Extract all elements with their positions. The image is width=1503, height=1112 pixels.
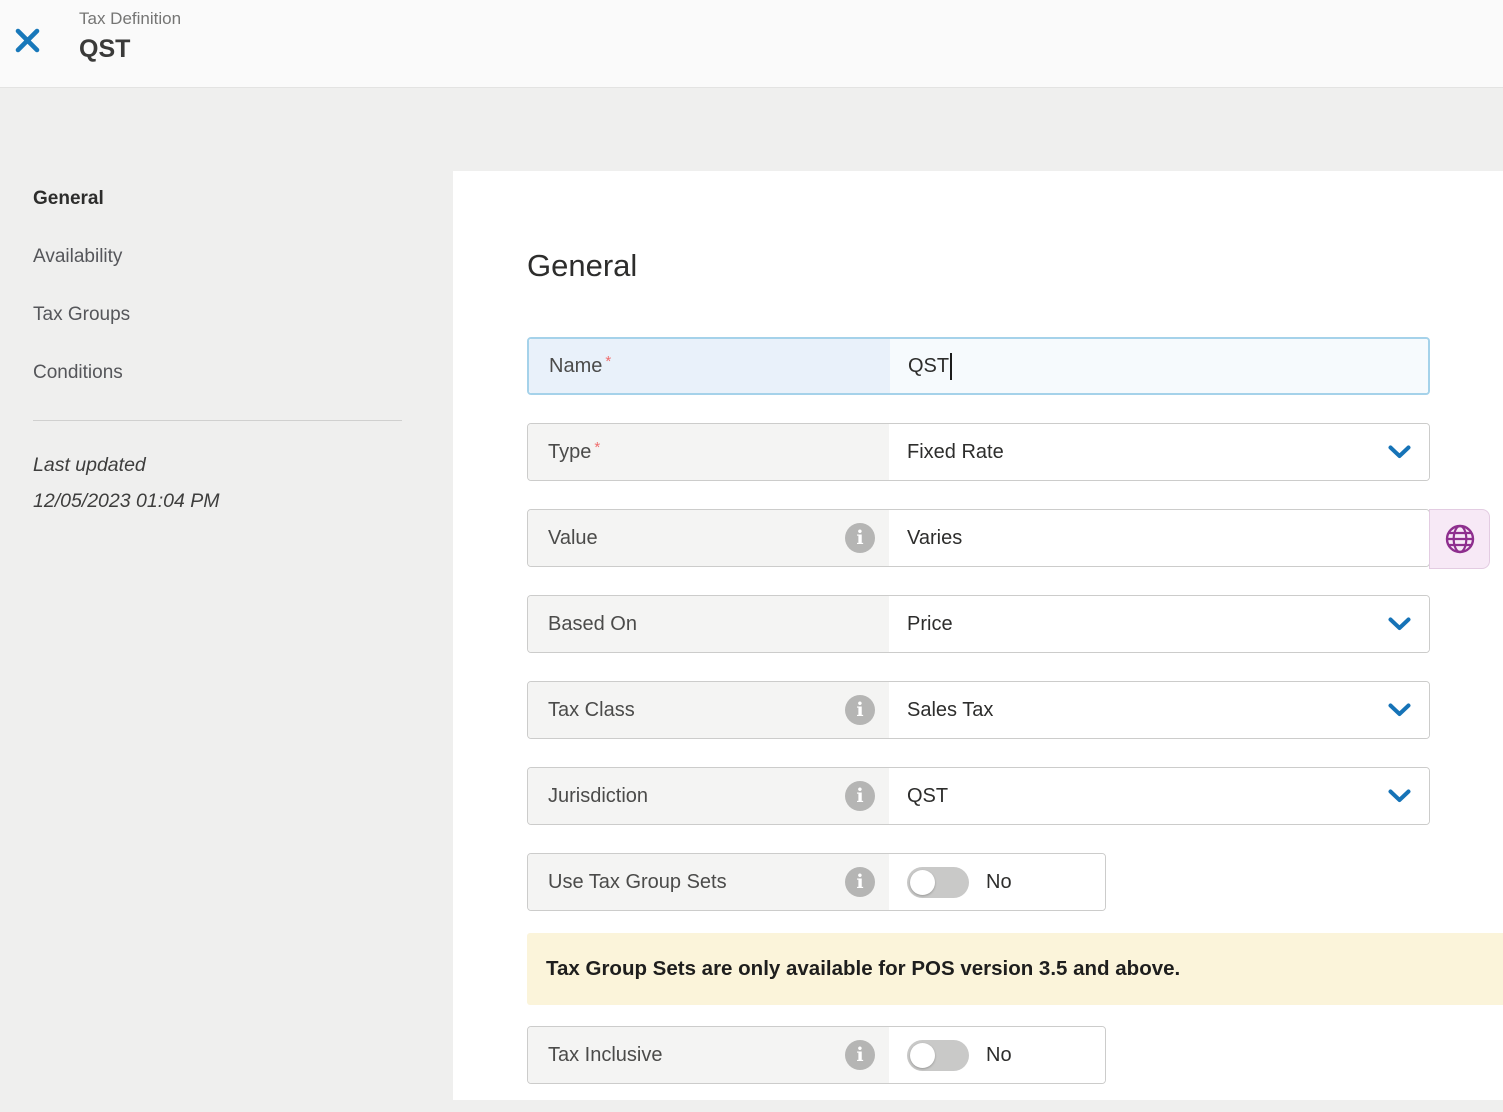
modal-header: Tax Definition QST <box>0 0 1503 88</box>
row-type: Type* Fixed Rate <box>527 423 1430 481</box>
sidebar-item-conditions[interactable]: Conditions <box>33 362 402 384</box>
jurisdiction-label: Jurisdiction <box>548 785 648 808</box>
modal-subtitle: Tax Definition <box>79 9 181 29</box>
name-label: Name* <box>549 355 611 378</box>
notice-text: Tax Group Sets are only available for PO… <box>546 957 1180 981</box>
type-label: Type* <box>548 441 600 464</box>
info-icon[interactable] <box>845 867 875 897</box>
tax-group-sets-notice: Tax Group Sets are only available for PO… <box>527 933 1503 1005</box>
use-tax-group-sets-toggle[interactable] <box>907 867 969 898</box>
last-updated: Last updated 12/05/2023 01:04 PM <box>33 447 402 519</box>
info-icon[interactable] <box>845 523 875 553</box>
based-on-label: Based On <box>548 613 637 636</box>
tax-class-value: Sales Tax <box>907 699 993 722</box>
row-tax-class: Tax Class Sales Tax <box>527 681 1430 739</box>
use-tax-group-sets-label: Use Tax Group Sets <box>548 871 727 894</box>
section-heading: General <box>527 248 637 284</box>
type-value: Fixed Rate <box>907 441 1004 464</box>
sidebar-item-availability[interactable]: Availability <box>33 246 402 268</box>
sidebar-item-tax-groups[interactable]: Tax Groups <box>33 304 402 326</box>
info-icon[interactable] <box>845 1040 875 1070</box>
x-icon <box>14 27 41 54</box>
sidebar-item-general[interactable]: General <box>33 188 402 210</box>
chevron-down-icon <box>1388 617 1411 631</box>
tax-class-select[interactable]: Sales Tax <box>889 682 1429 738</box>
chevron-down-icon <box>1388 703 1411 717</box>
chevron-down-icon <box>1388 789 1411 803</box>
info-icon[interactable] <box>845 695 875 725</box>
close-button[interactable] <box>10 24 44 58</box>
globe-icon <box>1444 523 1476 555</box>
last-updated-label: Last updated <box>33 447 402 483</box>
use-tax-group-sets-value: No <box>986 871 1012 894</box>
type-select[interactable]: Fixed Rate <box>889 424 1429 480</box>
toggle-knob <box>910 870 935 895</box>
row-name: Name* QST <box>527 337 1430 395</box>
sidebar-divider <box>33 420 402 421</box>
page-title: QST <box>79 35 130 64</box>
jurisdiction-select[interactable]: QST <box>889 768 1429 824</box>
text-caret <box>950 353 952 380</box>
tax-inclusive-value: No <box>986 1044 1012 1067</box>
required-asterisk: * <box>594 439 600 456</box>
toggle-knob <box>910 1043 935 1068</box>
value-value: Varies <box>907 527 962 550</box>
sidebar-nav: General Availability Tax Groups Conditio… <box>33 188 402 519</box>
name-value: QST <box>908 355 949 378</box>
required-asterisk: * <box>605 353 611 370</box>
row-value: Value Varies <box>527 509 1430 567</box>
row-based-on: Based On Price <box>527 595 1430 653</box>
row-jurisdiction: Jurisdiction QST <box>527 767 1430 825</box>
jurisdiction-value: QST <box>907 785 948 808</box>
general-form: Name* QST Type* Fixed Rate Value <box>527 337 1503 1112</box>
last-updated-value: 12/05/2023 01:04 PM <box>33 483 402 519</box>
globe-button[interactable] <box>1429 509 1490 569</box>
tax-class-label: Tax Class <box>548 699 635 722</box>
info-icon[interactable] <box>845 781 875 811</box>
tax-inclusive-label: Tax Inclusive <box>548 1044 663 1067</box>
value-field[interactable]: Varies <box>889 510 1429 566</box>
name-input[interactable]: QST <box>890 339 1428 393</box>
row-use-tax-group-sets: Use Tax Group Sets No <box>527 853 1106 911</box>
main-panel: General Name* QST Type* Fixed Rate <box>453 171 1503 1100</box>
based-on-select[interactable]: Price <box>889 596 1429 652</box>
based-on-value: Price <box>907 613 953 636</box>
tax-inclusive-toggle[interactable] <box>907 1040 969 1071</box>
chevron-down-icon <box>1388 445 1411 459</box>
row-tax-inclusive: Tax Inclusive No <box>527 1026 1106 1084</box>
value-label: Value <box>548 527 598 550</box>
